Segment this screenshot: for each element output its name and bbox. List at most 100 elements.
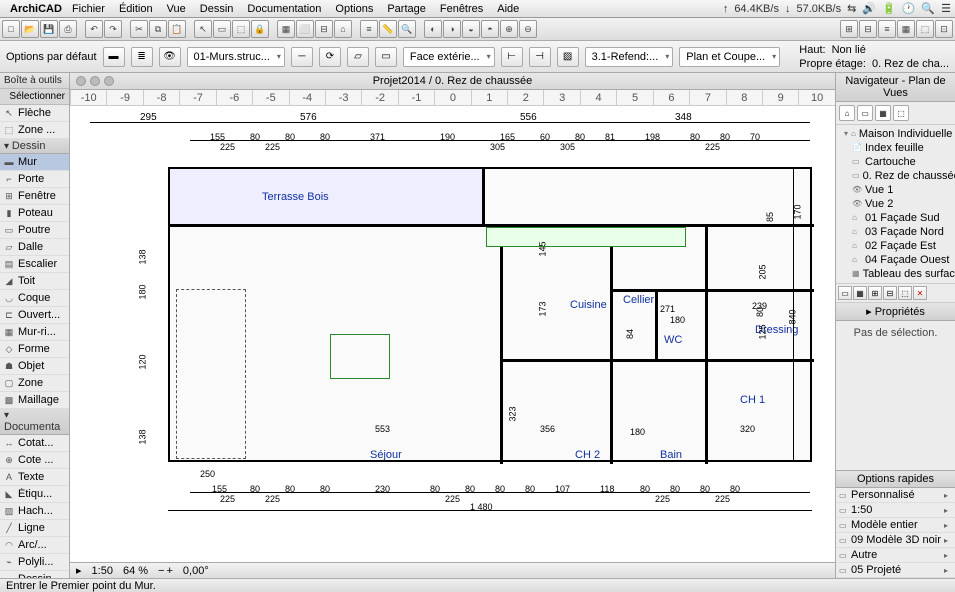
nav-btn-3[interactable]: ⊞ — [868, 286, 882, 300]
tb-lock[interactable]: 🔒 — [251, 20, 269, 38]
tool-poutre[interactable]: ▭Poutre — [0, 222, 69, 239]
tb-open[interactable]: 📂 — [21, 20, 39, 38]
tb-find[interactable]: 🔍 — [398, 20, 416, 38]
traffic-lights[interactable] — [76, 76, 114, 86]
tb-measure[interactable]: 📏 — [379, 20, 397, 38]
nav-tab-publisher[interactable]: ⬚ — [893, 105, 909, 121]
menu-vue[interactable]: Vue — [167, 3, 186, 15]
menu-edition[interactable]: Édition — [119, 3, 153, 15]
nav-btn-2[interactable]: ▦ — [853, 286, 867, 300]
quick-row[interactable]: ▭Personnalisé▸ — [836, 488, 955, 503]
wifi-icon[interactable]: ⇆ — [847, 2, 856, 15]
clock-icon[interactable]: 🕐 — [902, 2, 916, 15]
tb-cursor[interactable]: ↖ — [194, 20, 212, 38]
menu-aide[interactable]: Aide — [497, 3, 519, 15]
ib-geom4[interactable]: ▭ — [375, 47, 397, 67]
tb-r2[interactable]: ⊟ — [859, 20, 877, 38]
tool-cotation[interactable]: ↔Cotat... — [0, 435, 69, 452]
ib-ref2[interactable]: ⊣ — [529, 47, 551, 67]
tb-print[interactable]: ⎙ — [59, 20, 77, 38]
nav-btn-5[interactable]: ⬚ — [898, 286, 912, 300]
tb-r5[interactable]: ⬚ — [916, 20, 934, 38]
menu-dessin[interactable]: Dessin — [200, 3, 234, 15]
tb-misc3[interactable]: ◒ — [462, 20, 480, 38]
nav-btn[interactable]: ▸ — [76, 564, 82, 577]
tb-misc5[interactable]: ⊕ — [500, 20, 518, 38]
tb-paste[interactable]: 📋 — [168, 20, 186, 38]
quick-row[interactable]: ▭Modèle entier▸ — [836, 518, 955, 533]
tool-mur-rideau[interactable]: ▦Mur-ri... — [0, 324, 69, 341]
tb-misc1[interactable]: ◐ — [424, 20, 442, 38]
tb-copy[interactable]: ⧉ — [149, 20, 167, 38]
tool-coque[interactable]: ◡Coque — [0, 290, 69, 307]
options-default-label[interactable]: Options par défaut — [6, 51, 97, 63]
tool-dalle[interactable]: ▱Dalle — [0, 239, 69, 256]
tree-item[interactable]: ⌂03 Façade Nord — [838, 225, 953, 239]
tb-r4[interactable]: ▦ — [897, 20, 915, 38]
tree-item[interactable]: 👁Vue 1 — [838, 183, 953, 197]
tool-escalier[interactable]: ▤Escalier — [0, 256, 69, 273]
haut-value[interactable]: Non lié — [832, 44, 866, 56]
app-name[interactable]: ArchiCAD — [10, 3, 62, 15]
tb-view2d[interactable]: ▦ — [277, 20, 295, 38]
tree-item[interactable]: ▦Tableau des surfaces — [838, 267, 953, 281]
menu-partage[interactable]: Partage — [387, 3, 426, 15]
tb-r3[interactable]: ≡ — [878, 20, 896, 38]
etage-value[interactable]: 0. Rez de cha... — [872, 58, 949, 70]
tool-fenetre[interactable]: ⊞Fenêtre — [0, 188, 69, 205]
tool-ouverture[interactable]: ⊏Ouvert... — [0, 307, 69, 324]
tb-elev[interactable]: ⌂ — [334, 20, 352, 38]
zoom-out-icon[interactable]: − — [158, 565, 164, 577]
tb-view3d[interactable]: ⬜ — [296, 20, 314, 38]
tb-new[interactable]: □ — [2, 20, 20, 38]
tool-etiquette[interactable]: ◣Étiqu... — [0, 486, 69, 503]
tb-r6[interactable]: ⊡ — [935, 20, 953, 38]
properties-header[interactable]: ▸ Propriétés — [836, 303, 955, 321]
tool-fleche[interactable]: ↖Flèche — [0, 105, 69, 122]
ib-hatch[interactable]: ▨ — [557, 47, 579, 67]
scale-field[interactable]: 1:50 — [92, 565, 113, 577]
quick-row[interactable]: ▭09 Modèle 3D noir▸ — [836, 533, 955, 548]
drawing-canvas[interactable]: 295 576 556 348 155 80 80 80 371 190 165… — [70, 106, 835, 562]
tb-section[interactable]: ⊟ — [315, 20, 333, 38]
tb-group[interactable]: ⬚ — [232, 20, 250, 38]
tool-mur[interactable]: ▬Mur — [0, 154, 69, 171]
ib-geom1[interactable]: ─ — [291, 47, 313, 67]
ib-wall-icon[interactable]: ▬ — [103, 47, 125, 67]
menu-options[interactable]: Options — [335, 3, 373, 15]
tb-misc2[interactable]: ◑ — [443, 20, 461, 38]
tool-objet[interactable]: ☗Objet — [0, 358, 69, 375]
quick-row[interactable]: ▭1:50▸ — [836, 503, 955, 518]
refend-dropdown[interactable]: 3.1-Refend:... — [585, 47, 674, 67]
ib-ref1[interactable]: ⊢ — [501, 47, 523, 67]
menu-fenetres[interactable]: Fenêtres — [440, 3, 483, 15]
tool-porte[interactable]: ⌐Porte — [0, 171, 69, 188]
layer-dropdown[interactable]: 01-Murs.struc... — [187, 47, 285, 67]
battery-icon[interactable]: 🔋 — [882, 2, 896, 15]
ib-layer-icon[interactable]: ≣ — [131, 47, 153, 67]
tool-ligne[interactable]: ╱Ligne — [0, 520, 69, 537]
tool-toit[interactable]: ◢Toit — [0, 273, 69, 290]
tool-zone-rect[interactable]: ⬚Zone ... — [0, 122, 69, 139]
ib-eye-icon[interactable]: 👁 — [159, 47, 181, 67]
tree-item[interactable]: ⌂04 Façade Ouest — [838, 253, 953, 267]
volume-icon[interactable]: 🔊 — [862, 2, 876, 15]
tb-marquee[interactable]: ▭ — [213, 20, 231, 38]
tb-r1[interactable]: ⊞ — [840, 20, 858, 38]
tool-dessin[interactable]: ▭Dessin — [0, 571, 69, 578]
tool-texte[interactable]: ATexte — [0, 469, 69, 486]
tb-cut[interactable]: ✂ — [130, 20, 148, 38]
tool-forme[interactable]: ◇Forme — [0, 341, 69, 358]
angle-field[interactable]: 0,00° — [183, 565, 209, 577]
menu-documentation[interactable]: Documentation — [247, 3, 321, 15]
tb-misc4[interactable]: ◓ — [481, 20, 499, 38]
tool-cote[interactable]: ⊕Cote ... — [0, 452, 69, 469]
nav-btn-1[interactable]: ▭ — [838, 286, 852, 300]
tb-redo[interactable]: ↷ — [104, 20, 122, 38]
tool-maillage[interactable]: ▩Maillage — [0, 392, 69, 409]
nav-tab-layouts[interactable]: ▦ — [875, 105, 891, 121]
tool-hachure[interactable]: ▨Hach... — [0, 503, 69, 520]
tool-polyligne[interactable]: ⌁Polyli... — [0, 554, 69, 571]
ib-geom2[interactable]: ⟳ — [319, 47, 341, 67]
tree-root[interactable]: ▾⌂Maison Individuelle - E — [838, 127, 953, 141]
